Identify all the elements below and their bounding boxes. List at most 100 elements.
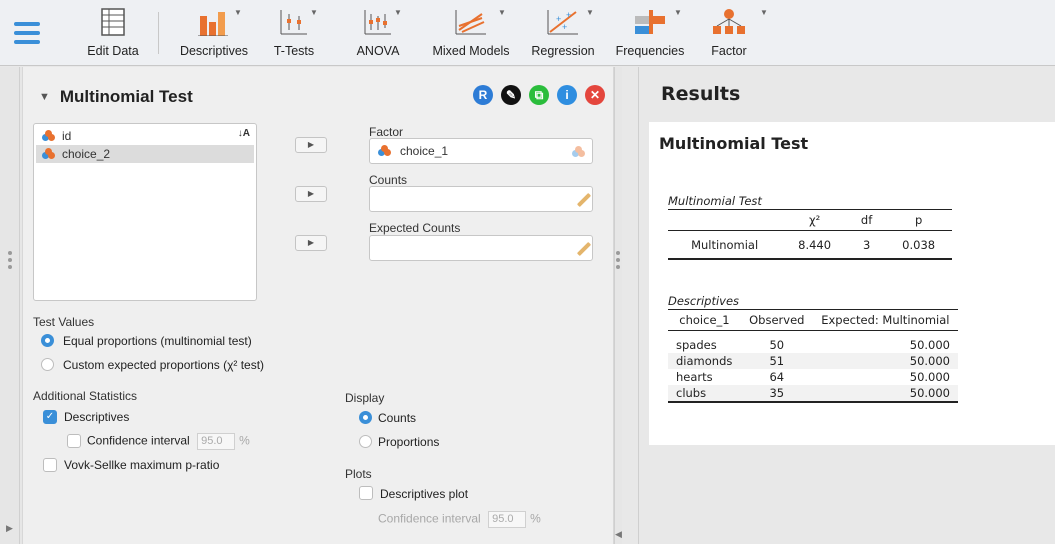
list-item-variable[interactable]: id (36, 127, 254, 145)
table-cell: 50.000 (812, 352, 958, 369)
nominal-variable-icon (42, 130, 56, 142)
edit-icon[interactable]: ✎ (501, 85, 521, 105)
descriptives-checkbox-label[interactable]: Descriptives (64, 410, 129, 424)
table-cell: clubs (668, 384, 741, 403)
confidence-interval-input[interactable]: 95.0 (197, 433, 236, 450)
duplicate-icon[interactable]: ⧉ (529, 85, 549, 105)
vovk-sellke-checkbox[interactable] (43, 458, 57, 472)
table-header: df (847, 209, 886, 231)
resize-handle-icon[interactable] (616, 251, 620, 272)
toolbar-frequencies-button[interactable]: ▼ Frequencies (612, 6, 688, 62)
confidence-interval-label[interactable]: Confidence interval (87, 434, 190, 448)
percent-unit: % (530, 511, 541, 526)
results-sheet: Multinomial Test Multinomial Test χ² df … (649, 122, 1055, 445)
vovk-sellke-label[interactable]: Vovk-Sellke maximum p-ratio (64, 458, 219, 472)
toolbar-anova-button[interactable]: ▼ ANOVA (352, 6, 404, 62)
analysis-title-text: Multinomial Test (59, 87, 193, 106)
percent-unit: % (239, 433, 250, 448)
move-to-factor-button[interactable]: ▶ (295, 137, 327, 153)
table-row: spades 50 50.000 (668, 337, 958, 353)
descriptives-checkbox[interactable]: ✓ (43, 410, 57, 424)
multinomial-test-table[interactable]: χ² df p Multinomial 8.440 3 0.038 (668, 209, 952, 260)
chevron-down-icon: ▼ (760, 8, 768, 17)
table-cell: 8.440 (781, 236, 848, 260)
display-counts-radio[interactable] (359, 411, 372, 424)
descriptives-plot-checkbox[interactable] (359, 486, 373, 500)
svg-text:+: + (556, 14, 561, 24)
toolbar-item-label: ANOVA (356, 44, 400, 58)
sort-icon[interactable]: ↓A (238, 128, 250, 139)
toolbar-item-label: T-Tests (273, 44, 315, 58)
table-header: Observed (740, 309, 813, 331)
table-header-row: choice_1 Observed Expected: Multinomial (668, 309, 958, 331)
toolbar-regression-button[interactable]: + + + ▼ Regression (526, 6, 600, 62)
collapse-icon[interactable]: ▼ (39, 91, 50, 103)
regression-icon: + + + ▼ (526, 6, 600, 36)
equal-proportions-label[interactable]: Equal proportions (multinomial test) (63, 334, 252, 348)
expected-counts-drop-field[interactable] (369, 235, 593, 261)
variable-label: id (62, 129, 72, 143)
custom-proportions-radio[interactable] (41, 358, 54, 371)
list-item-variable[interactable]: choice_2 (36, 145, 254, 163)
additional-statistics-heading: Additional Statistics (33, 389, 138, 403)
table-cell: 51 (740, 352, 813, 369)
factor-drop-field[interactable]: choice_1 (369, 138, 593, 164)
display-proportions-radio[interactable] (359, 435, 372, 448)
r-syntax-icon[interactable]: R (473, 85, 493, 105)
custom-proportions-label[interactable]: Custom expected proportions (χ² test) (63, 358, 264, 372)
plots-heading: Plots (345, 467, 372, 481)
plot-confidence-interval-row: Confidence interval 95.0% (378, 511, 541, 528)
table-cell: spades (676, 337, 717, 352)
plot-confidence-interval-input[interactable]: 95.0 (488, 511, 527, 528)
variable-list[interactable]: id choice_2 ↓A (33, 123, 257, 301)
toolbar-descriptives-button[interactable]: ▼ Descriptives (172, 6, 256, 62)
counts-drop-field[interactable] (369, 186, 593, 212)
descriptives-plot-label[interactable]: Descriptives plot (380, 487, 468, 501)
collapse-left-icon[interactable]: ◀ (615, 529, 622, 540)
toolbar-mixed-models-button[interactable]: ▼ Mixed Models (426, 6, 516, 62)
menu-icon[interactable] (14, 22, 40, 44)
toolbar-item-label: Frequencies (615, 44, 685, 58)
mixed-models-icon: ▼ (426, 6, 516, 36)
move-to-expected-button[interactable]: ▶ (295, 235, 327, 251)
chevron-down-icon: ▼ (310, 8, 318, 17)
display-proportions-label[interactable]: Proportions (378, 435, 439, 449)
panel-splitter[interactable]: ◀ (614, 67, 622, 544)
table-row: hearts 64 50.000 (668, 369, 958, 385)
nominal-variable-icon (378, 145, 392, 157)
multinomial-table-caption: Multinomial Test (668, 194, 762, 208)
toolbar-t-tests-button[interactable]: ▼ T-Tests (268, 6, 320, 62)
expand-right-icon[interactable]: ▶ (6, 523, 13, 534)
toolbar-separator (158, 12, 159, 54)
chevron-down-icon: ▼ (586, 8, 594, 17)
table-header (668, 209, 782, 231)
table-header: Expected: Multinomial (812, 309, 958, 331)
table-cell: 0.038 (885, 236, 952, 260)
close-icon[interactable]: ✕ (585, 85, 605, 105)
results-pane: Results Multinomial Test Multinomial Tes… (638, 67, 1055, 544)
info-icon[interactable]: i (557, 85, 577, 105)
move-to-counts-button[interactable]: ▶ (295, 186, 327, 202)
analysis-title[interactable]: ▼ Multinomial Test (39, 87, 193, 107)
analysis-area: ▶ ▼ Multinomial Test R ✎ ⧉ i ✕ id choice_2 ↓A… (0, 67, 622, 544)
variable-label: choice_2 (62, 147, 111, 161)
data-pane-gutter[interactable]: ▶ (0, 67, 20, 544)
test-values-heading: Test Values (33, 315, 95, 329)
resize-handle-icon[interactable] (8, 251, 12, 272)
toolbar-edit-data-button[interactable]: Edit Data (80, 6, 146, 62)
plot-confidence-interval-label: Confidence interval (378, 511, 481, 526)
table-header: choice_1 (668, 309, 741, 331)
table-header: p (885, 209, 952, 231)
spreadsheet-icon (80, 6, 146, 36)
display-counts-label[interactable]: Counts (378, 411, 416, 425)
table-cell: 3 (847, 236, 886, 260)
confidence-interval-checkbox[interactable] (67, 434, 81, 448)
frequencies-icon: ▼ (612, 6, 688, 36)
results-subheading[interactable]: Multinomial Test (659, 134, 808, 153)
toolbar-factor-button[interactable]: ▼ Factor (706, 6, 768, 62)
descriptives-table[interactable]: choice_1 Observed Expected: Multinomial … (668, 309, 958, 403)
table-header: χ² (781, 209, 848, 231)
nominal-type-icon (572, 146, 586, 158)
equal-proportions-radio[interactable] (41, 334, 54, 347)
results-heading: Results (661, 83, 741, 105)
